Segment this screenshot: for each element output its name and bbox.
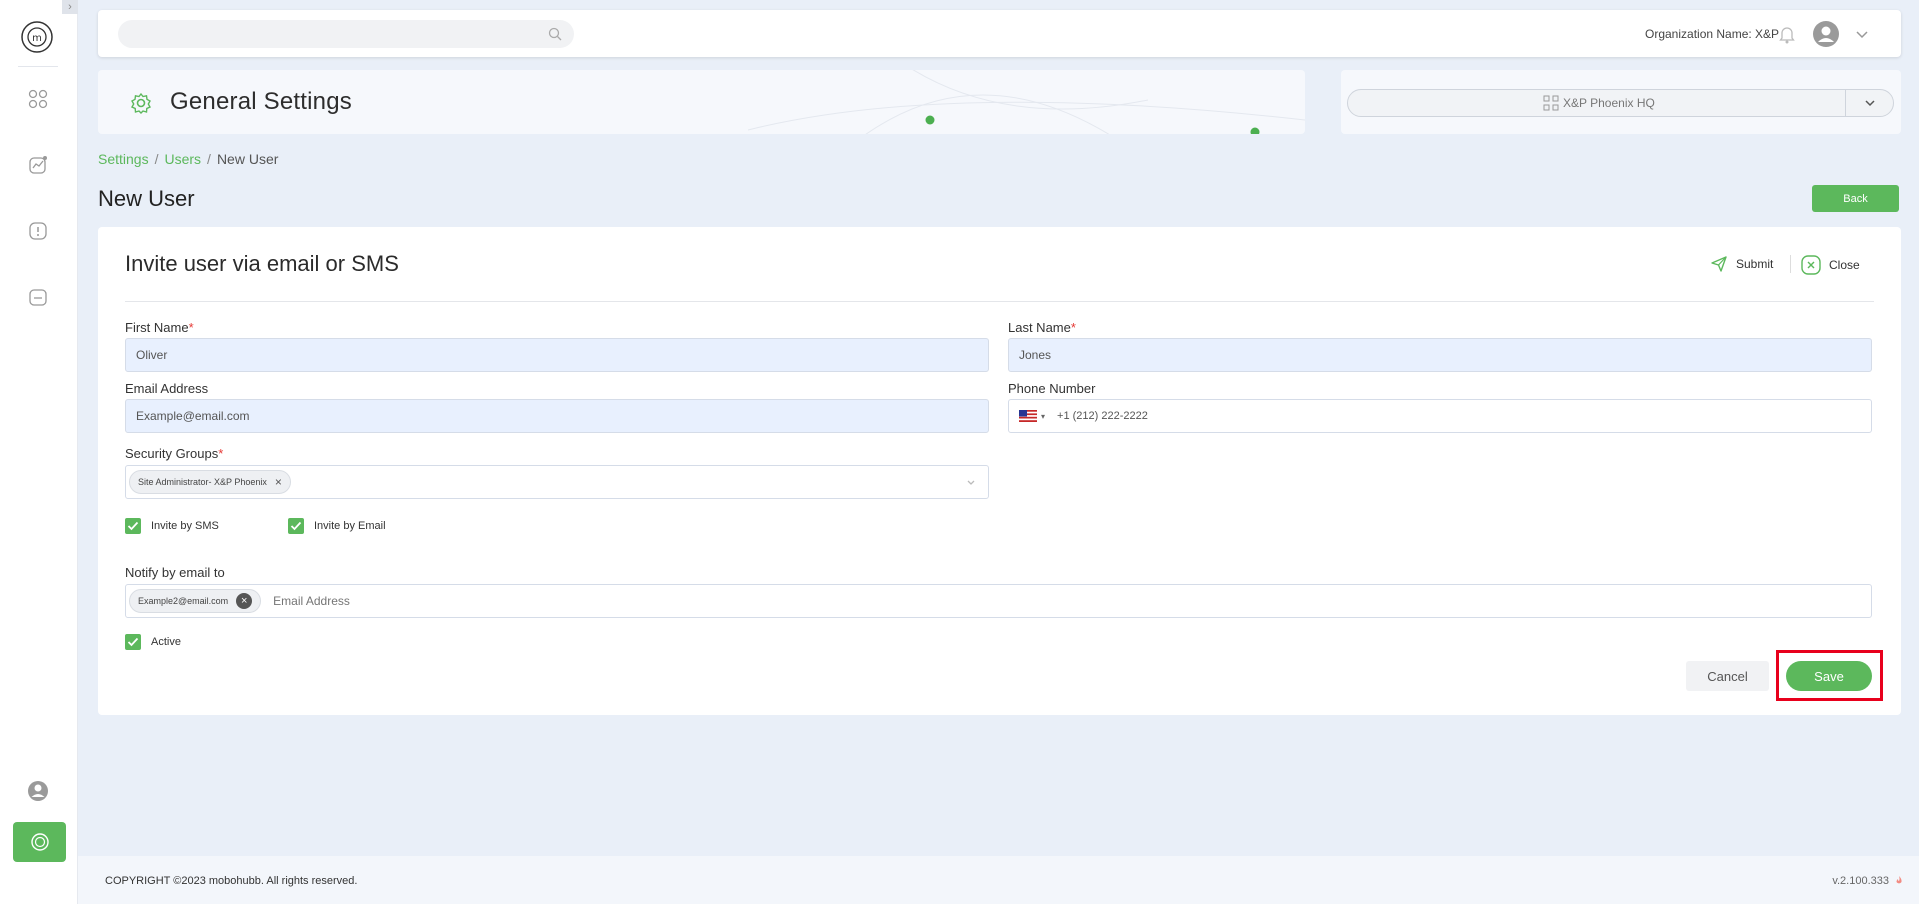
email-value: Example@email.com: [136, 409, 250, 423]
active-label: Active: [151, 636, 181, 648]
chevron-down-icon[interactable]: [966, 479, 976, 487]
security-groups-label-text: Security Groups: [125, 446, 219, 461]
rail-expand-toggle[interactable]: ›: [62, 0, 78, 14]
breadcrumb-current: New User: [216, 151, 279, 167]
invite-user-card: Invite user via email or SMS Submit Clos…: [98, 227, 1901, 715]
organization-name: Organization Name: X&P: [1645, 27, 1780, 41]
notify-email-input[interactable]: [273, 594, 674, 608]
close-icon: [1801, 255, 1821, 275]
phone-field[interactable]: ▾ +1 (212) 222-2222: [1008, 399, 1872, 433]
notify-email-field[interactable]: Example2@email.com ×: [125, 584, 1872, 618]
cancel-button[interactable]: Cancel: [1686, 661, 1769, 691]
version-text: v.2.100.333: [1832, 875, 1889, 887]
invite-email-checkbox[interactable]: [288, 518, 304, 534]
flame-icon: [1896, 876, 1902, 884]
required-marker: *: [188, 320, 194, 335]
footer: COPYRIGHT ©2023 mobohubb. All rights res…: [78, 856, 1919, 904]
remove-tag-icon[interactable]: ×: [275, 475, 282, 489]
notification-bell-icon[interactable]: [1778, 24, 1796, 44]
breadcrumb-settings[interactable]: Settings: [98, 151, 149, 167]
active-checkbox[interactable]: [125, 634, 141, 650]
gear-icon: [131, 92, 151, 114]
save-button[interactable]: Save: [1786, 661, 1872, 691]
us-flag-icon: [1019, 410, 1037, 422]
card-title: Invite user via email or SMS: [125, 251, 399, 276]
security-groups-label: Security Groups*: [125, 446, 223, 461]
submit-label: Submit: [1736, 257, 1774, 271]
search-icon[interactable]: [548, 27, 562, 41]
alert-icon[interactable]: [27, 220, 49, 242]
close-label: Close: [1829, 258, 1860, 272]
user-profile-icon[interactable]: [27, 780, 49, 802]
breadcrumb-separator: /: [154, 151, 159, 167]
top-bar: Organization Name: X&P: [98, 10, 1901, 57]
first-name-input[interactable]: Oliver: [125, 338, 989, 372]
analytics-icon[interactable]: [27, 154, 49, 176]
hierarchy-icon: [1543, 95, 1559, 111]
required-marker: *: [1070, 320, 1076, 335]
submit-button[interactable]: Submit: [1710, 255, 1773, 273]
check-icon: [127, 521, 139, 531]
search-input[interactable]: [118, 20, 574, 48]
remove-tag-icon[interactable]: ×: [236, 593, 253, 609]
phone-label: Phone Number: [1008, 381, 1096, 396]
rail-divider: [18, 66, 58, 67]
left-rail: › m: [0, 0, 78, 904]
site-select-divider: [1845, 90, 1846, 116]
site-select[interactable]: X&P Phoenix HQ: [1347, 89, 1894, 117]
email-field[interactable]: Example@email.com: [125, 399, 989, 433]
security-group-tag: Site Administrator- X&P Phoenix ×: [129, 470, 291, 494]
phone-value: +1 (212) 222-2222: [1057, 410, 1148, 422]
page-title: New User: [98, 186, 195, 211]
required-marker: *: [218, 446, 224, 461]
check-icon: [290, 521, 302, 531]
invite-sms-checkbox[interactable]: [125, 518, 141, 534]
notify-label: Notify by email to: [125, 565, 225, 580]
copyright-text: COPYRIGHT ©2023 mobohubb. All rights res…: [105, 875, 358, 887]
notify-email-tag: Example2@email.com ×: [129, 589, 262, 613]
chevron-down-icon[interactable]: [1863, 96, 1877, 110]
chevron-down-icon: ▾: [1041, 411, 1046, 421]
first-name-value: Oliver: [136, 348, 168, 362]
security-groups-select[interactable]: Site Administrator- X&P Phoenix ×: [125, 465, 989, 499]
breadcrumb: Settings / Users / New User: [98, 151, 278, 167]
invite-email-label: Invite by Email: [314, 520, 386, 532]
breadcrumb-separator: /: [207, 151, 211, 167]
invite-sms-label: Invite by SMS: [151, 520, 219, 532]
check-icon: [127, 637, 139, 647]
last-name-label-text: Last Name: [1008, 320, 1071, 335]
first-name-label: First Name*: [125, 320, 194, 335]
site-selector-panel: X&P Phoenix HQ: [1341, 70, 1901, 134]
close-button[interactable]: Close: [1801, 255, 1860, 275]
rail-settings-active-button[interactable]: [13, 822, 66, 862]
folder-icon[interactable]: [27, 286, 49, 308]
notify-email-tag-label: Example2@email.com: [138, 596, 229, 606]
last-name-label: Last Name*: [1008, 320, 1076, 335]
last-name-value: Jones: [1019, 348, 1052, 362]
breadcrumb-users[interactable]: Users: [164, 151, 201, 167]
svg-text:m: m: [32, 33, 42, 44]
card-divider: [125, 301, 1874, 302]
action-divider: [1790, 255, 1791, 273]
avatar[interactable]: [1812, 20, 1840, 48]
dashboard-grid-icon[interactable]: [27, 88, 49, 110]
email-label: Email Address: [125, 381, 209, 396]
mobohubb-mark-icon: [30, 833, 49, 851]
country-select[interactable]: ▾: [1019, 410, 1045, 422]
site-select-value: X&P Phoenix HQ: [1563, 96, 1655, 110]
last-name-input[interactable]: Jones: [1008, 338, 1872, 372]
settings-banner: General Settings: [98, 70, 1305, 134]
mobohubb-logo-icon[interactable]: m: [20, 20, 54, 54]
send-icon: [1711, 256, 1727, 272]
security-group-tag-label: Site Administrator- X&P Phoenix: [138, 477, 267, 487]
section-title: General Settings: [170, 88, 352, 115]
back-button[interactable]: Back: [1812, 185, 1899, 212]
first-name-label-text: First Name: [125, 320, 189, 335]
chevron-down-icon[interactable]: [1854, 26, 1870, 42]
